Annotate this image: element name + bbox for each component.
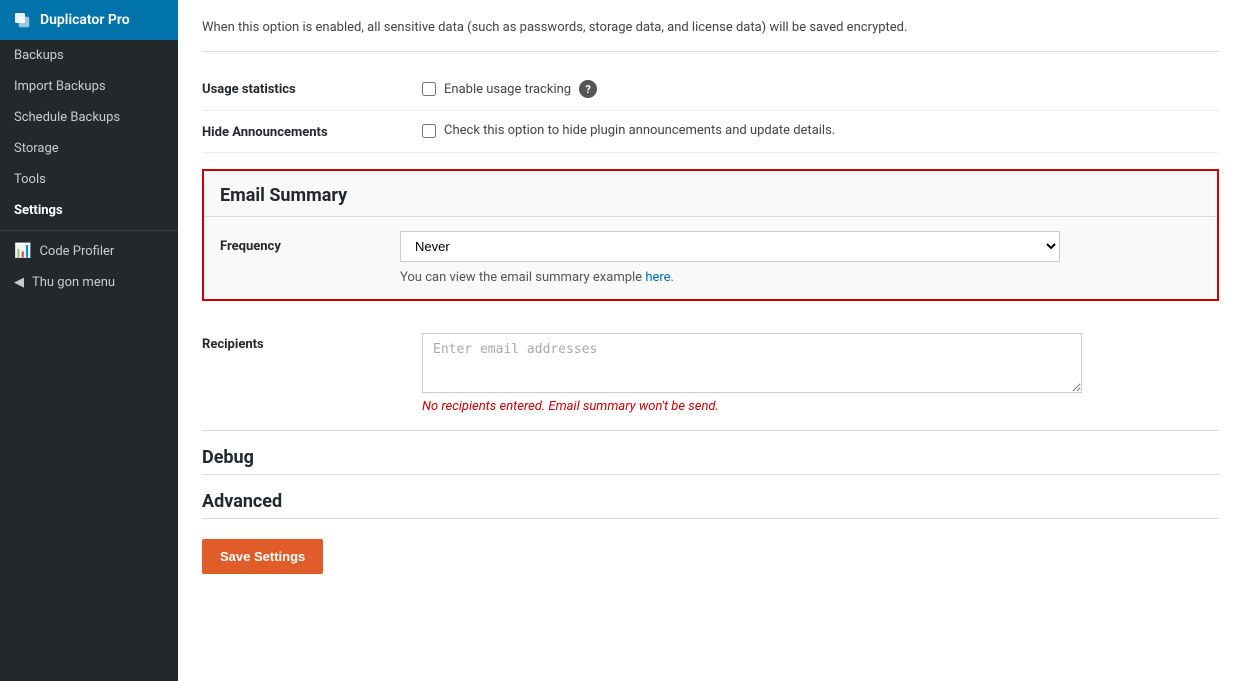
- hide-announcements-label: Hide Announcements: [202, 123, 422, 140]
- recipients-row: Recipients No recipients entered. Email …: [202, 317, 1219, 431]
- hide-announcements-control: Check this option to hide plugin announc…: [422, 123, 1219, 138]
- recipients-error: No recipients entered. Email summary won…: [422, 399, 1219, 414]
- sidebar-item-code-profiler[interactable]: 📊 Code Profiler: [0, 235, 178, 267]
- duplicator-icon: [12, 10, 32, 30]
- main-content: When this option is enabled, all sensiti…: [178, 0, 1243, 681]
- hide-announcements-row: Hide Announcements Check this option to …: [202, 111, 1219, 153]
- frequency-row: Frequency Never Daily Weekly Monthly: [220, 231, 1201, 262]
- usage-tracking-checkbox[interactable]: [422, 82, 436, 96]
- recipients-label: Recipients: [202, 333, 422, 352]
- email-summary-box: Email Summary Frequency Never Daily Week…: [202, 169, 1219, 301]
- usage-help-icon[interactable]: ?: [579, 80, 597, 98]
- frequency-label: Frequency: [220, 239, 400, 254]
- content-area: When this option is enabled, all sensiti…: [178, 0, 1243, 681]
- debug-title: Debug: [202, 447, 1219, 468]
- debug-section: Debug: [202, 431, 1219, 475]
- sidebar-nav: Backups Import Backups Schedule Backups …: [0, 40, 178, 681]
- sidebar-item-import-backups[interactable]: Import Backups: [0, 71, 178, 102]
- recipients-textarea[interactable]: [422, 333, 1082, 393]
- sidebar-collapse[interactable]: ◀ Thu gon menu: [0, 267, 178, 298]
- usage-statistics-control: Enable usage tracking ?: [422, 80, 1219, 98]
- code-profiler-label: Code Profiler: [39, 244, 114, 259]
- usage-statistics-label: Usage statistics: [202, 80, 422, 97]
- top-notice: When this option is enabled, all sensiti…: [202, 16, 1219, 52]
- advanced-section: Advanced: [202, 475, 1219, 519]
- usage-statistics-row: Usage statistics Enable usage tracking ?: [202, 68, 1219, 111]
- sidebar-item-storage[interactable]: Storage: [0, 133, 178, 164]
- app-name: Duplicator Pro: [40, 12, 130, 28]
- sidebar-item-schedule-backups[interactable]: Schedule Backups: [0, 102, 178, 133]
- sidebar-item-tools[interactable]: Tools: [0, 164, 178, 195]
- sidebar-divider: [0, 230, 178, 231]
- arrow-left-icon: ◀: [14, 275, 24, 290]
- collapse-label: Thu gon menu: [32, 275, 115, 290]
- sidebar-item-settings[interactable]: Settings: [0, 195, 178, 226]
- advanced-title: Advanced: [202, 491, 1219, 512]
- bar-chart-icon: 📊: [14, 243, 31, 259]
- email-summary-example-link[interactable]: here.: [645, 270, 674, 285]
- recipients-control: No recipients entered. Email summary won…: [422, 333, 1219, 414]
- email-summary-content: Frequency Never Daily Weekly Monthly You…: [204, 217, 1217, 299]
- sidebar: Duplicator Pro Backups Import Backups Sc…: [0, 0, 178, 681]
- frequency-select[interactable]: Never Daily Weekly Monthly: [400, 231, 1060, 262]
- sidebar-item-backups[interactable]: Backups: [0, 40, 178, 71]
- email-summary-title: Email Summary: [204, 171, 1217, 217]
- sidebar-header[interactable]: Duplicator Pro: [0, 0, 178, 40]
- hide-announcements-text: Check this option to hide plugin announc…: [444, 123, 835, 138]
- usage-tracking-label: Enable usage tracking: [444, 82, 571, 97]
- save-settings-button[interactable]: Save Settings: [202, 539, 323, 574]
- hide-announcements-checkbox[interactable]: [422, 124, 436, 138]
- frequency-hint: You can view the email summary example h…: [400, 270, 1201, 285]
